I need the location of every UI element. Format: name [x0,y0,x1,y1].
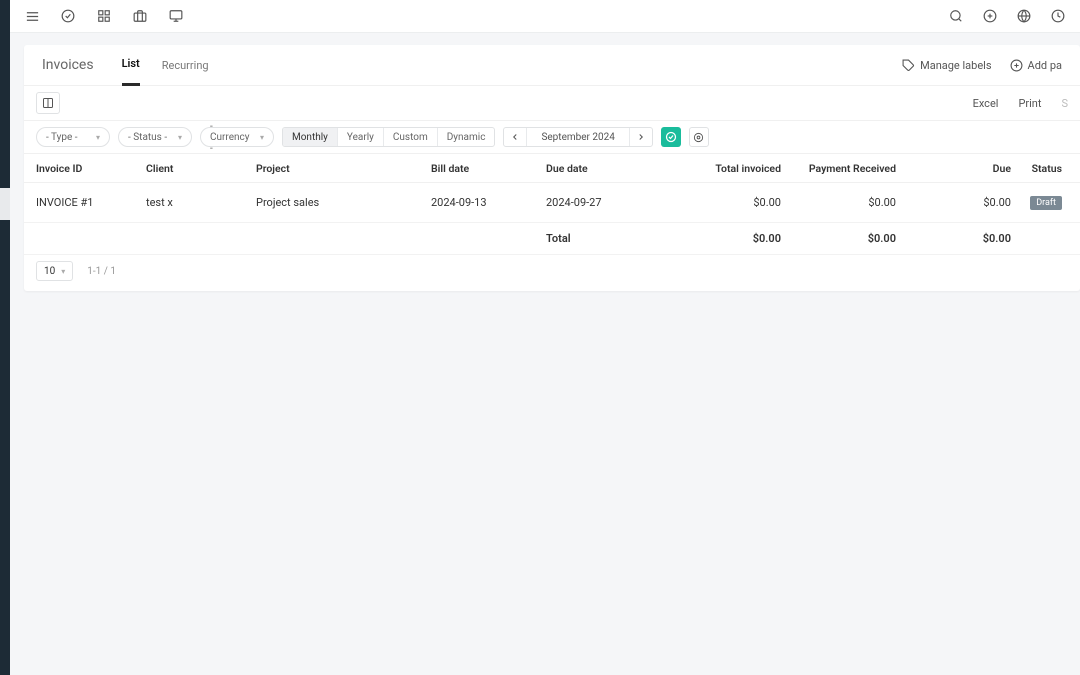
cell-project: Project sales [256,196,431,209]
currency-filter-select[interactable]: - Currency - ▾ [200,127,274,147]
chevron-down-icon: ▾ [96,133,100,142]
total-invoiced: $0.00 [666,232,781,245]
content-card: Invoices List Recurring Manage labels Ad… [24,45,1080,291]
cell-total-invoiced: $0.00 [666,196,781,209]
date-navigator: September 2024 [503,127,652,147]
table-header-row: Invoice ID Client Project Bill date Due … [24,153,1080,183]
cell-status: Draft [1011,195,1068,210]
cell-due: $0.00 [896,196,1011,209]
check-circle-icon[interactable] [60,8,76,24]
status-filter-label: - Status - [128,132,167,143]
add-payment-button[interactable]: Add pa [1010,59,1062,72]
briefcase-icon[interactable] [132,8,148,24]
th-total-invoiced[interactable]: Total invoiced [666,162,781,175]
left-rail-active-indicator [0,188,10,220]
total-due: $0.00 [896,232,1011,245]
cell-invoice-id: INVOICE #1 [36,196,146,209]
page-range-label: 1-1 / 1 [87,266,116,277]
chevron-down-icon: ▾ [178,133,182,142]
filters-bar: Excel Print S [24,85,1080,121]
cell-client: test x [146,196,256,209]
th-due-date[interactable]: Due date [546,162,666,175]
tab-recurring[interactable]: Recurring [162,46,209,85]
page-size-value: 10 [44,266,55,277]
add-payment-label: Add pa [1028,59,1062,72]
status-filter-select[interactable]: - Status - ▾ [118,127,192,147]
monitor-icon[interactable] [168,8,184,24]
th-client[interactable]: Client [146,162,256,175]
export-excel-button[interactable]: Excel [963,97,1009,110]
th-payment-received[interactable]: Payment Received [781,162,896,175]
controls-bar: - Type - ▾ - Status - ▾ - Currency - ▾ M… [24,121,1080,153]
chevron-down-icon: ▾ [260,133,264,142]
th-bill-date[interactable]: Bill date [431,162,546,175]
tab-list[interactable]: List [122,45,140,86]
invoices-table: Invoice ID Client Project Bill date Due … [24,153,1080,255]
main-area: Invoices List Recurring Manage labels Ad… [10,33,1080,675]
type-filter-select[interactable]: - Type - ▾ [36,127,110,147]
cell-bill-date: 2024-09-13 [431,196,546,209]
topbar-left [24,8,184,24]
table-row[interactable]: INVOICE #1 test x Project sales 2024-09-… [24,183,1080,223]
pagination: 10 ▾ 1-1 / 1 [24,255,1080,291]
page-title: Invoices [42,57,94,73]
target-button[interactable] [689,127,709,147]
type-filter-label: - Type - [46,132,78,143]
topbar-right [948,8,1066,24]
th-status[interactable]: Status [1011,162,1068,175]
currency-filter-label: - Currency - [210,121,254,154]
table-total-row: Total $0.00 $0.00 $0.00 [24,223,1080,255]
freq-custom-button[interactable]: Custom [384,128,438,146]
cell-payment-received: $0.00 [781,196,896,209]
next-month-button[interactable] [630,128,652,146]
page-size-select[interactable]: 10 ▾ [36,261,73,281]
refresh-button[interactable] [661,127,681,147]
status-badge: Draft [1030,196,1062,210]
export-actions: Excel Print S [963,97,1068,110]
left-nav-rail [0,0,10,675]
th-invoice-id[interactable]: Invoice ID [36,162,146,175]
frequency-segment: Monthly Yearly Custom Dynamic [282,127,495,147]
freq-dynamic-button[interactable]: Dynamic [438,128,495,146]
globe-icon[interactable] [1016,8,1032,24]
search-icon[interactable] [948,8,964,24]
manage-labels-label: Manage labels [920,59,991,72]
tab-header: Invoices List Recurring Manage labels Ad… [24,45,1080,85]
th-project[interactable]: Project [256,162,431,175]
tab-header-right: Manage labels Add pa [902,59,1062,72]
more-export-button[interactable]: S [1051,97,1068,110]
menu-icon[interactable] [24,8,40,24]
freq-monthly-button[interactable]: Monthly [283,128,338,146]
total-payment-received: $0.00 [781,232,896,245]
clock-icon[interactable] [1050,8,1066,24]
chevron-down-icon: ▾ [61,267,65,276]
th-due[interactable]: Due [896,162,1011,175]
total-label: Total [546,232,666,245]
columns-toggle-button[interactable] [36,92,60,114]
freq-yearly-button[interactable]: Yearly [338,128,384,146]
topbar [10,0,1080,33]
prev-month-button[interactable] [504,128,526,146]
plus-circle-icon[interactable] [982,8,998,24]
grid-icon[interactable] [96,8,112,24]
cell-due-date: 2024-09-27 [546,196,666,209]
date-range-label[interactable]: September 2024 [526,128,629,146]
print-button[interactable]: Print [1008,97,1051,110]
manage-labels-button[interactable]: Manage labels [902,59,991,72]
